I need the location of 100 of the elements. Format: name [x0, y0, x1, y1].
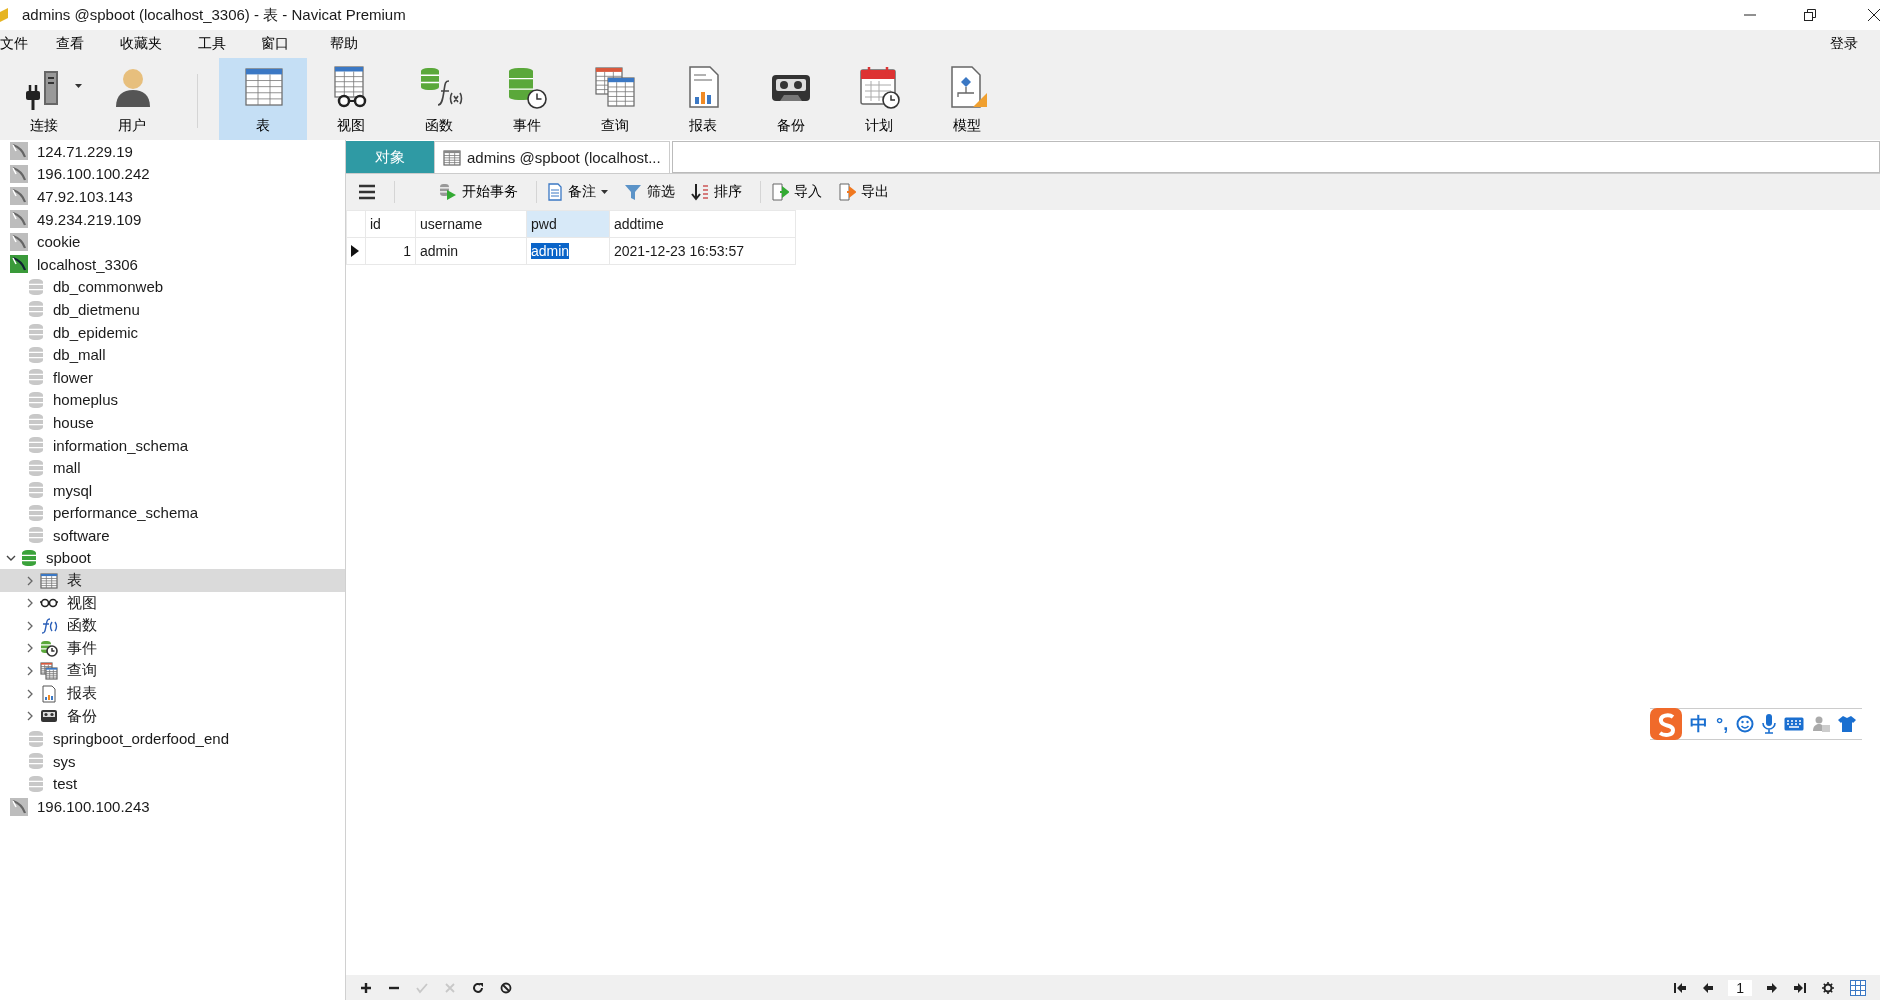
- tree-item[interactable]: 196.100.100.243: [0, 795, 345, 818]
- tree-item[interactable]: db_dietmenu: [0, 298, 345, 321]
- tree-item[interactable]: cookie: [0, 230, 345, 253]
- tree-item[interactable]: 视图: [0, 591, 345, 615]
- app-logo-icon: [0, 8, 8, 22]
- toolbar-button[interactable]: 备份: [747, 58, 835, 140]
- toolbar-button[interactable]: 计划: [835, 58, 923, 140]
- collapse-chevron-icon[interactable]: [6, 553, 16, 563]
- tree-item[interactable]: db_mall: [0, 343, 345, 366]
- table-cell: admin: [531, 243, 570, 259]
- database-clock-icon: [40, 639, 58, 658]
- database-play-icon: [439, 183, 457, 201]
- menu-item[interactable]: 文件: [0, 35, 56, 53]
- column-header[interactable]: username: [415, 210, 527, 238]
- tree-item[interactable]: db_commonweb: [0, 275, 345, 299]
- menu-item[interactable]: 窗口: [261, 35, 330, 53]
- settings-icon: [1822, 981, 1834, 994]
- toolbar-button[interactable]: 事件: [483, 58, 571, 140]
- chevron-icon: [25, 598, 35, 609]
- query-tables-icon: [40, 661, 58, 680]
- funnel-icon: [624, 183, 642, 201]
- column-header[interactable]: pwd: [526, 210, 610, 238]
- menu-item[interactable]: 查看: [56, 35, 120, 53]
- toolbar-button[interactable]: 模型: [923, 58, 1011, 140]
- tree-item[interactable]: 196.100.100.242: [0, 162, 345, 186]
- chevron-icon: [6, 553, 16, 563]
- input-mode-toggle[interactable]: 中: [1690, 712, 1708, 736]
- toolbar-button[interactable]: 备注: [543, 179, 612, 205]
- toolbar-button[interactable]: 开始事务: [435, 179, 522, 205]
- table-icon: [40, 571, 58, 590]
- punctuation-toggle[interactable]: °,: [1716, 713, 1729, 735]
- toolbar-button[interactable]: 表: [219, 58, 307, 140]
- tree-item[interactable]: flower: [0, 365, 345, 389]
- menu-item[interactable]: 收藏夹: [120, 35, 198, 53]
- toolbar-button[interactable]: 导出: [834, 179, 893, 205]
- previous-page-icon: [1702, 981, 1715, 994]
- tree-item[interactable]: performance_schema: [0, 501, 345, 525]
- column-header[interactable]: id: [365, 210, 416, 238]
- tree-item[interactable]: 查询: [0, 659, 345, 683]
- tree-item[interactable]: sys: [0, 750, 345, 773]
- sort-icon: [691, 183, 709, 201]
- expand-chevron-icon[interactable]: [25, 620, 35, 631]
- toolbar-button[interactable]: 函数: [395, 58, 483, 140]
- expand-chevron-icon[interactable]: [25, 643, 35, 654]
- tree-item[interactable]: 表: [0, 569, 345, 592]
- import-icon: [771, 183, 789, 201]
- table-cell: 2021-12-23 16:53:57: [614, 243, 744, 259]
- expand-chevron-icon[interactable]: [25, 688, 35, 699]
- tree-item[interactable]: homeplus: [0, 388, 345, 412]
- table-cell: admin: [420, 243, 459, 259]
- tree-item[interactable]: 124.71.229.19: [0, 140, 345, 163]
- login-button[interactable]: 登录: [1830, 35, 1858, 53]
- smiley-icon[interactable]: [1736, 715, 1755, 733]
- chevron-icon: [25, 665, 35, 676]
- tree-item[interactable]: mysql: [0, 478, 345, 502]
- page-number[interactable]: 1: [1728, 979, 1752, 996]
- tree-item[interactable]: test: [0, 772, 345, 796]
- function-icon: [40, 616, 58, 635]
- report-icon: [40, 684, 58, 703]
- tree-item[interactable]: mall: [0, 456, 345, 479]
- microphone-icon[interactable]: [1762, 714, 1777, 734]
- document-icon: [547, 183, 563, 201]
- keyboard-icon[interactable]: [1784, 717, 1805, 731]
- tree-item[interactable]: localhost_3306: [0, 252, 345, 276]
- column-header[interactable]: addtime: [609, 210, 796, 238]
- toolbar-button[interactable]: 报表: [659, 58, 747, 140]
- shirt-icon[interactable]: [1838, 715, 1857, 733]
- expand-chevron-icon[interactable]: [25, 665, 35, 676]
- toolbar-button[interactable]: 视图: [307, 58, 395, 140]
- tree-item[interactable]: 49.234.219.109: [0, 207, 345, 231]
- tree-item[interactable]: 函数: [0, 614, 345, 638]
- add-icon: [360, 981, 372, 994]
- menu-item[interactable]: 工具: [198, 35, 261, 53]
- tree-item[interactable]: 备份: [0, 704, 345, 728]
- refresh-icon: [472, 981, 484, 994]
- tree-item[interactable]: spboot: [0, 546, 345, 570]
- toolbar-button[interactable]: 排序: [687, 179, 746, 205]
- expand-chevron-icon[interactable]: [25, 711, 35, 722]
- chevron-icon: [25, 620, 35, 631]
- toolbar-button[interactable]: 导入: [767, 179, 826, 205]
- expand-chevron-icon[interactable]: [25, 598, 35, 609]
- menu-item[interactable]: 帮助: [330, 35, 380, 53]
- tree-item[interactable]: 47.92.103.143: [0, 185, 345, 208]
- tree-item[interactable]: software: [0, 524, 345, 547]
- expand-chevron-icon[interactable]: [25, 575, 35, 586]
- tree-item[interactable]: 事件: [0, 637, 345, 660]
- tree-item[interactable]: db_epidemic: [0, 320, 345, 344]
- tree-item[interactable]: springboot_orderfood_end: [0, 727, 345, 751]
- tree-item[interactable]: 报表: [0, 682, 345, 705]
- chevron-icon: [25, 643, 35, 654]
- toolbar-button[interactable]: 筛选: [620, 179, 679, 205]
- next-page-icon: [1766, 981, 1778, 994]
- toolbar-button[interactable]: 查询: [571, 58, 659, 140]
- close-icon: [1868, 9, 1880, 21]
- toolbar-button[interactable]: 连接: [0, 58, 88, 140]
- tab[interactable]: admins @spboot (localhost...: [434, 141, 670, 173]
- check-icon: [416, 981, 428, 994]
- tree-item[interactable]: information_schema: [0, 433, 345, 457]
- tree-item[interactable]: house: [0, 411, 345, 434]
- toolbar-button[interactable]: 用户: [88, 58, 176, 140]
